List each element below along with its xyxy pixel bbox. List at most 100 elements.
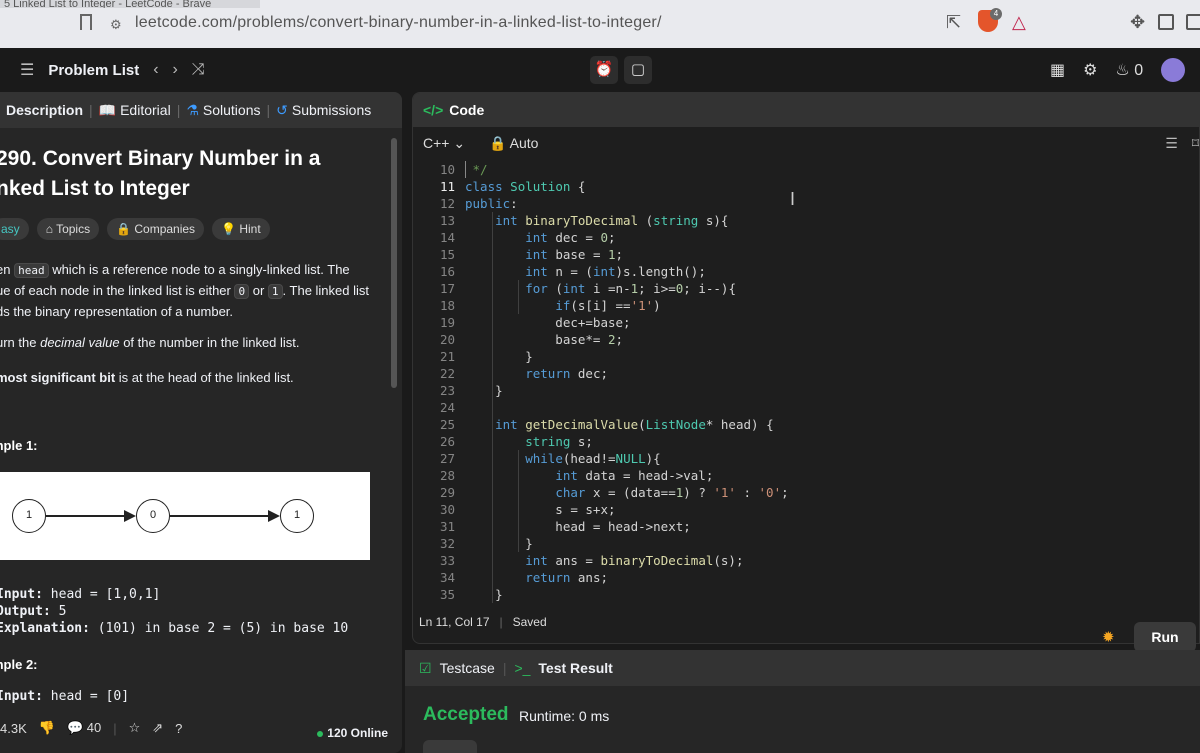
site-settings-icon[interactable]: ⚙	[110, 17, 122, 33]
result-tabs: ☑ Testcase | >_ Test Result	[405, 650, 1200, 686]
problem-list-link[interactable]: Problem List	[48, 62, 139, 79]
address-bar[interactable]: leetcode.com/problems/convert-binary-num…	[135, 14, 662, 32]
code-line[interactable]: 28 int data = head->val;	[413, 467, 1199, 484]
code-editor[interactable]: I 10 */11 class Solution {12 public: 13 int…	[413, 161, 1199, 607]
companies-label: Companies	[134, 222, 196, 236]
format-icon[interactable]: ☰	[1165, 135, 1178, 152]
window-icon[interactable]	[1186, 14, 1200, 30]
flask-icon: ⚗	[186, 101, 199, 118]
editor-toolbar: C++ ⌄ 🔒 Auto	[413, 127, 1199, 159]
line-number: 22	[439, 366, 455, 381]
prev-problem-icon[interactable]: ‹	[153, 61, 158, 79]
streak-count: 0	[1134, 62, 1144, 79]
share-icon[interactable]: ⇱	[946, 12, 961, 33]
code-line[interactable]: 12 public:	[413, 195, 1199, 212]
tab-editorial-label: Editorial	[120, 102, 171, 118]
code-line[interactable]: 27 while(head!=NULL){	[413, 450, 1199, 467]
notes-icon[interactable]: ▢	[624, 56, 652, 84]
line-number: 10	[439, 162, 455, 177]
code-line[interactable]: 19 dec+=base;	[413, 314, 1199, 331]
companies-chip[interactable]: 🔒 Companies	[107, 218, 205, 240]
code-text: int n = (int)s.length();	[525, 264, 706, 279]
code-line[interactable]: 15 int base = 1;	[413, 246, 1199, 263]
sidebar-toggle-icon[interactable]	[1158, 14, 1174, 30]
avatar[interactable]	[1161, 58, 1186, 82]
code-text: dec+=base;	[465, 315, 631, 330]
run-button[interactable]: Run	[1134, 622, 1196, 652]
language-select[interactable]: C++ ⌄	[423, 135, 465, 152]
code-line[interactable]: 33 int ans = binaryToDecimal(s);	[413, 552, 1199, 569]
example-input: Input: head = [0]	[0, 689, 130, 704]
auto-mode[interactable]: 🔒 Auto	[489, 135, 538, 152]
list-node: 1	[12, 499, 46, 533]
tab-editorial[interactable]: 📖 Editorial	[93, 102, 177, 119]
description-tabs: Description | 📖 Editorial | ⚗ Solutions | …	[0, 92, 402, 128]
code-line[interactable]: 30 s = s+x;	[413, 501, 1199, 518]
hint-chip[interactable]: 💡 Hint	[212, 218, 270, 240]
tab-solutions-label: Solutions	[202, 102, 261, 118]
comments-button[interactable]: 💬 40	[67, 720, 101, 736]
code-line[interactable]: 29 char x = (data==1) ? '1' : '0';	[413, 484, 1199, 501]
line-number: 16	[439, 264, 455, 279]
debug-icon[interactable]: ✹	[1102, 628, 1115, 646]
likes-count[interactable]: 4.3K	[0, 721, 27, 736]
streak-counter[interactable]: ♨ 0	[1115, 60, 1143, 80]
code-line[interactable]: 21 }	[413, 348, 1199, 365]
example-heading: mple 2:	[0, 657, 38, 672]
tab-description[interactable]: Description	[0, 102, 89, 118]
line-number: 30	[439, 502, 455, 517]
code-line[interactable]: 35 }	[413, 586, 1199, 603]
bookmark-icon[interactable]	[80, 14, 92, 30]
code-text: base*= 2;	[465, 332, 624, 347]
code-line[interactable]: 20 base*= 2;	[413, 331, 1199, 348]
code-line[interactable]: 16 int n = (int)s.length();	[413, 263, 1199, 280]
code-line[interactable]: 26 string s;	[413, 433, 1199, 450]
line-number: 26	[439, 434, 455, 449]
star-icon[interactable]: ☆	[129, 720, 141, 736]
code-line[interactable]: 10 */	[413, 161, 1199, 178]
comments-count: 40	[86, 720, 102, 735]
browser-tab[interactable]: 5 Linked List to Integer - LeetCode - Br…	[0, 0, 260, 8]
code-line[interactable]: 22 return dec;	[413, 365, 1199, 382]
code-line[interactable]: 24	[413, 399, 1199, 416]
shuffle-icon[interactable]: ⤨	[192, 61, 205, 79]
code-line[interactable]: 13 int binaryToDecimal (string s){	[413, 212, 1199, 229]
case-tab[interactable]	[423, 740, 477, 753]
layout-icon[interactable]: ▦	[1050, 60, 1065, 80]
code-line[interactable]: 17 for (int i =n-1; i>=0; i--){	[413, 280, 1199, 297]
code-line[interactable]: 25 int getDecimalValue(ListNode* head) {	[413, 416, 1199, 433]
code-line[interactable]: 23 }	[413, 382, 1199, 399]
code-text: head = head->next;	[465, 519, 691, 534]
code-line[interactable]: 18 if(s[i] =='1')	[413, 297, 1199, 314]
leetcode-navbar: ☰ Problem List ‹ › ⤨ ⏰ ▢ ▦ ⚙ ♨ 0	[0, 48, 1200, 92]
code-text: char x = (data==1) ? '1' : '0';	[555, 485, 789, 500]
topics-chip[interactable]: ⌂ Topics	[36, 218, 100, 240]
line-number: 35	[439, 587, 455, 602]
help-icon[interactable]: ?	[175, 721, 182, 736]
code-line[interactable]: 32 }	[413, 535, 1199, 552]
code-text: }	[465, 383, 503, 398]
share-link-icon[interactable]: ⇗	[152, 720, 163, 736]
tab-testcase[interactable]: Testcase	[440, 660, 495, 676]
timer-icon[interactable]: ⏰	[590, 56, 618, 84]
tab-solutions[interactable]: ⚗ Solutions	[180, 102, 266, 119]
tab-submissions[interactable]: ↺ Submissions	[270, 102, 377, 119]
code-line[interactable]: 14 int dec = 0;	[413, 229, 1199, 246]
list-icon[interactable]: ☰	[20, 60, 34, 80]
code-line[interactable]: 34 return ans;	[413, 569, 1199, 586]
tab-test-result[interactable]: Test Result	[538, 660, 612, 676]
code-line[interactable]: 31 head = head->next;	[413, 518, 1199, 535]
settings-icon[interactable]: ⚙	[1083, 60, 1097, 80]
bookmark-code-icon[interactable]: ⌑	[1192, 135, 1199, 152]
inline-code: 0	[234, 284, 250, 299]
next-problem-icon[interactable]: ›	[173, 61, 178, 79]
hint-label: Hint	[239, 222, 261, 236]
scrollbar[interactable]	[391, 138, 397, 388]
code-text: }	[465, 536, 533, 551]
dislike-icon[interactable]: 👎	[39, 720, 55, 736]
code-text: class Solution {	[465, 179, 586, 194]
extensions-icon[interactable]: ✥	[1130, 12, 1145, 33]
code-line[interactable]: 11 class Solution {	[413, 178, 1199, 195]
brave-rewards-icon[interactable]: △	[1012, 12, 1026, 33]
result-panel: ☑ Testcase | >_ Test Result Accepted Run…	[405, 650, 1200, 753]
